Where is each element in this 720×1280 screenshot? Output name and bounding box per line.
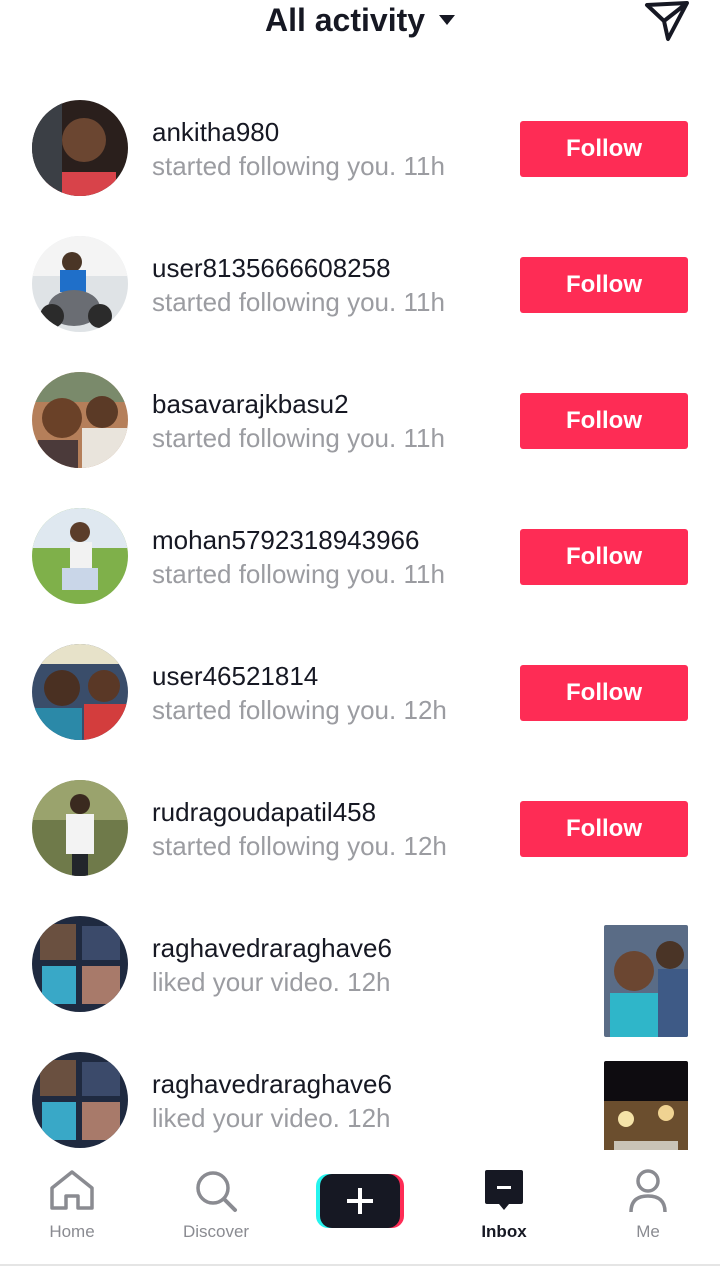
activity-text: started following you. 11h [152, 151, 445, 181]
username[interactable]: user8135666608258 [152, 252, 391, 284]
username[interactable]: raghavedraraghave6 [152, 1068, 392, 1100]
follow-button[interactable]: Follow [520, 529, 688, 585]
timestamp: 11h [403, 559, 445, 589]
list-item[interactable]: ankitha980 started following you. 11h Fo… [0, 80, 720, 216]
list-item[interactable]: user46521814 started following you. 12h … [0, 624, 720, 760]
tab-me[interactable]: Me [576, 1150, 720, 1260]
tab-label: Inbox [481, 1222, 527, 1241]
follow-button[interactable]: Follow [520, 393, 688, 449]
timestamp: 12h [347, 967, 391, 997]
divider [0, 1264, 720, 1266]
header: All activity [0, 0, 720, 50]
tab-home[interactable]: Home [0, 1150, 144, 1260]
activity-text: started following you. 12h [152, 695, 447, 725]
list-item[interactable]: user8135666608258 started following you.… [0, 216, 720, 352]
avatar[interactable] [32, 100, 128, 196]
send-icon[interactable] [644, 0, 690, 42]
tab-label: Me [636, 1222, 660, 1241]
activity-filter-dropdown[interactable]: All activity [0, 0, 720, 40]
search-icon [196, 1171, 237, 1212]
username[interactable]: rudragoudapatil458 [152, 796, 376, 828]
avatar[interactable] [32, 916, 128, 1012]
tab-inbox[interactable]: Inbox [432, 1150, 576, 1260]
activity-text: started following you. 12h [152, 831, 447, 861]
list-item[interactable]: raghavedraraghave6 liked your video. 12h [0, 896, 720, 1037]
avatar[interactable] [32, 644, 128, 740]
list-item[interactable]: mohan5792318943966 started following you… [0, 488, 720, 624]
video-thumbnail[interactable] [604, 1061, 688, 1150]
username[interactable]: basavarajkbasu2 [152, 388, 349, 420]
follow-button[interactable]: Follow [520, 665, 688, 721]
timestamp: 12h [347, 1103, 391, 1133]
page-title: All activity [264, 2, 426, 38]
avatar[interactable] [32, 508, 128, 604]
follow-button[interactable]: Follow [520, 121, 688, 177]
avatar[interactable] [32, 372, 128, 468]
username[interactable]: raghavedraraghave6 [152, 932, 392, 964]
timestamp: 12h [403, 695, 447, 725]
timestamp: 12h [403, 831, 447, 861]
list-item[interactable]: raghavedraraghave6 liked your video. 12h [0, 1032, 720, 1150]
profile-icon [629, 1169, 667, 1213]
activity-text: liked your video. 12h [152, 967, 391, 997]
inbox-icon [485, 1170, 523, 1210]
bottom-nav: Home Discover Inbox Me [0, 1150, 720, 1260]
follow-button[interactable]: Follow [520, 257, 688, 313]
activity-text: started following you. 11h [152, 559, 445, 589]
avatar[interactable] [32, 236, 128, 332]
home-icon [50, 1170, 94, 1210]
notification-list: ankitha980 started following you. 11h Fo… [0, 80, 720, 1150]
avatar[interactable] [32, 1052, 128, 1148]
list-item[interactable]: rudragoudapatil458 started following you… [0, 760, 720, 896]
timestamp: 11h [403, 287, 445, 317]
video-thumbnail[interactable] [604, 925, 688, 1037]
list-item[interactable]: basavarajkbasu2 started following you. 1… [0, 352, 720, 488]
activity-text: started following you. 11h [152, 423, 445, 453]
create-button[interactable] [288, 1150, 432, 1260]
username[interactable]: user46521814 [152, 660, 318, 692]
plus-icon [316, 1174, 404, 1228]
username[interactable]: ankitha980 [152, 116, 279, 148]
activity-text: liked your video. 12h [152, 1103, 391, 1133]
timestamp: 11h [403, 423, 445, 453]
timestamp: 11h [403, 151, 445, 181]
avatar[interactable] [32, 780, 128, 876]
follow-button[interactable]: Follow [520, 801, 688, 857]
username[interactable]: mohan5792318943966 [152, 524, 419, 556]
tab-label: Discover [182, 1222, 250, 1241]
activity-text: started following you. 11h [152, 287, 445, 317]
tab-label: Home [49, 1222, 95, 1241]
caret-down-icon [439, 14, 456, 25]
tab-discover[interactable]: Discover [144, 1150, 288, 1260]
